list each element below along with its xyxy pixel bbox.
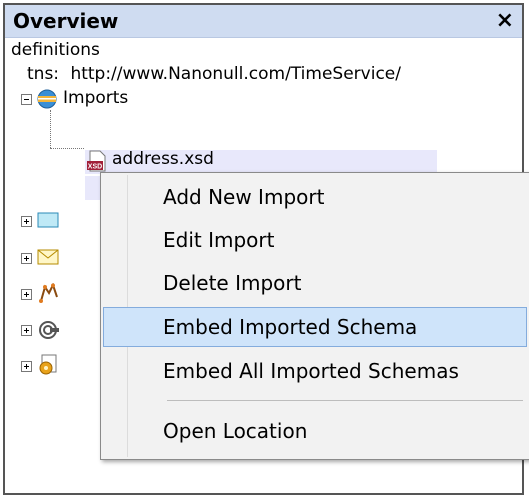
close-icon[interactable]: × [496, 8, 514, 33]
imports-collapse-toggle[interactable] [21, 94, 32, 105]
menu-item-add-new-import[interactable]: Add New Import [103, 177, 527, 217]
tree-item-imports[interactable]: Imports [63, 88, 128, 108]
binding-icon [37, 319, 59, 341]
xsd-badge: XSD [88, 164, 102, 171]
types-expand-toggle[interactable] [21, 216, 32, 227]
tns-value: http://www.Nanonull.com/TimeService/ [70, 64, 401, 84]
service-icon [37, 354, 59, 376]
tns-label: tns: [27, 64, 60, 84]
messages-expand-toggle[interactable] [21, 253, 32, 264]
bindings-expand-toggle[interactable] [21, 325, 32, 336]
envelope-icon [37, 248, 59, 266]
panel-titlebar: Overview × [5, 5, 522, 38]
porttype-icon [37, 282, 59, 305]
tree-root-definitions[interactable]: definitions [11, 40, 100, 60]
menu-item-delete-import[interactable]: Delete Import [103, 263, 527, 303]
tns-row: tns: http://www.Nanonull.com/TimeService… [27, 64, 401, 84]
tree-item-address-xsd[interactable]: address.xsd [112, 149, 214, 169]
tree-connector [50, 110, 51, 148]
xsd-file-icon: XSD [85, 150, 107, 172]
menu-item-edit-import[interactable]: Edit Import [103, 220, 527, 260]
context-menu: Add New Import Edit Import Delete Import… [100, 172, 529, 460]
imports-icon [37, 89, 57, 109]
types-icon [37, 211, 59, 229]
menu-item-embed-all-imported-schemas[interactable]: Embed All Imported Schemas [103, 351, 527, 391]
tree-connector [50, 148, 84, 149]
menu-item-open-location[interactable]: Open Location [103, 411, 527, 451]
services-expand-toggle[interactable] [21, 361, 32, 372]
menu-separator [167, 400, 523, 401]
menu-item-embed-imported-schema[interactable]: Embed Imported Schema [103, 307, 527, 347]
porttypes-expand-toggle[interactable] [21, 289, 32, 300]
panel-title: Overview [13, 9, 119, 33]
